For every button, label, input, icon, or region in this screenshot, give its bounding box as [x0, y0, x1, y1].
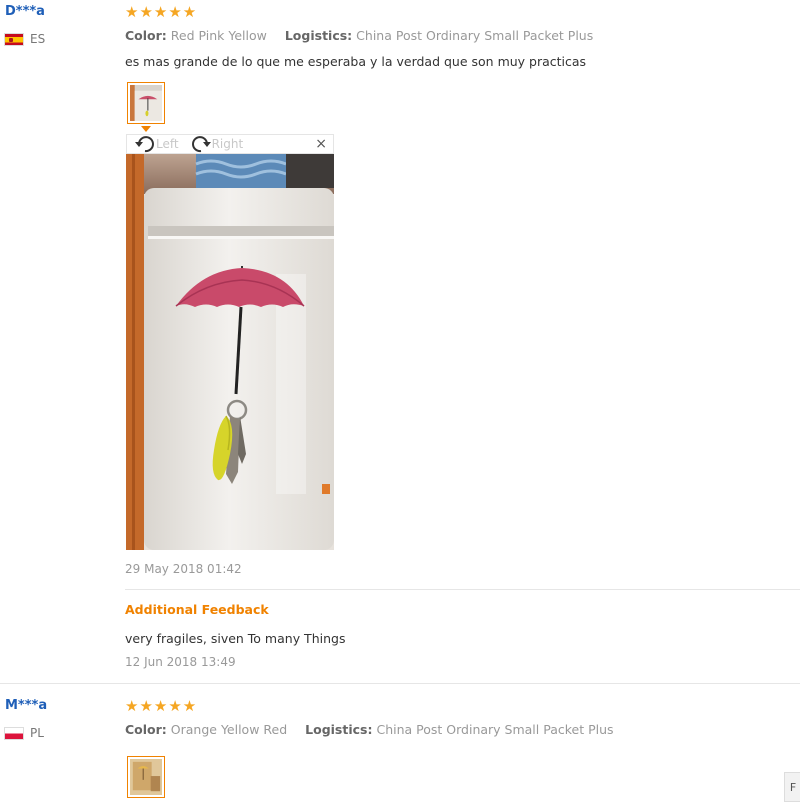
rotate-right-button[interactable]: Right — [191, 135, 244, 153]
rotate-right-label: Right — [211, 137, 244, 151]
close-viewer-button[interactable]: × — [315, 136, 327, 152]
umbrella-photo-thumb-icon — [130, 85, 162, 121]
reviewer-country: ES — [4, 32, 45, 46]
review-text: es mas grande de lo que me esperaba y la… — [125, 54, 587, 69]
poland-flag-icon — [4, 726, 24, 740]
logistics-label: Logistics: — [305, 722, 373, 737]
logistics-label: Logistics: — [284, 28, 353, 43]
rotate-left-label: Left — [156, 137, 179, 151]
color-value: Orange Yellow Red — [170, 722, 288, 737]
review-photo-thumbnail[interactable] — [127, 82, 165, 124]
umbrella-key-hook-photo — [126, 154, 334, 550]
side-float-button[interactable]: F — [784, 772, 800, 802]
star-rating: ★★★★★ — [125, 697, 198, 715]
country-code: PL — [30, 726, 44, 740]
additional-feedback-heading: Additional Feedback — [125, 602, 269, 617]
selected-indicator-icon — [141, 126, 151, 132]
logistics-value: China Post Ordinary Small Packet Plus — [376, 722, 614, 737]
rotate-left-icon — [135, 136, 154, 153]
additional-feedback-text: very fragiles, siven To many Things — [125, 631, 346, 646]
color-label: Color: — [125, 722, 167, 737]
feedback-divider — [125, 589, 800, 590]
logistics-value: China Post Ordinary Small Packet Plus — [356, 28, 594, 43]
spain-flag-icon — [4, 32, 24, 46]
reviewer-name[interactable]: D***a — [5, 4, 45, 19]
review-date: 29 May 2018 01:42 — [125, 562, 242, 576]
product-photo-thumb-icon — [130, 759, 162, 795]
photo-viewer-toolbar: Left Right × — [126, 134, 334, 154]
reviewer-name[interactable]: M***a — [5, 698, 47, 713]
color-value: Red Pink Yellow — [170, 28, 267, 43]
order-info: Color: Red Pink Yellow Logistics: China … — [125, 28, 593, 43]
review-photo-large — [126, 154, 334, 550]
color-label: Color: — [125, 28, 167, 43]
rotate-right-icon — [191, 136, 211, 153]
reviewer-country: PL — [4, 726, 44, 740]
review-photo-thumbnail[interactable] — [127, 756, 165, 798]
order-info: Color: Orange Yellow Red Logistics: Chin… — [125, 722, 614, 737]
star-rating: ★★★★★ — [125, 3, 198, 21]
additional-feedback-date: 12 Jun 2018 13:49 — [125, 655, 236, 669]
review-divider — [0, 683, 800, 684]
country-code: ES — [30, 32, 46, 46]
rotate-left-button[interactable]: Left — [135, 135, 179, 153]
